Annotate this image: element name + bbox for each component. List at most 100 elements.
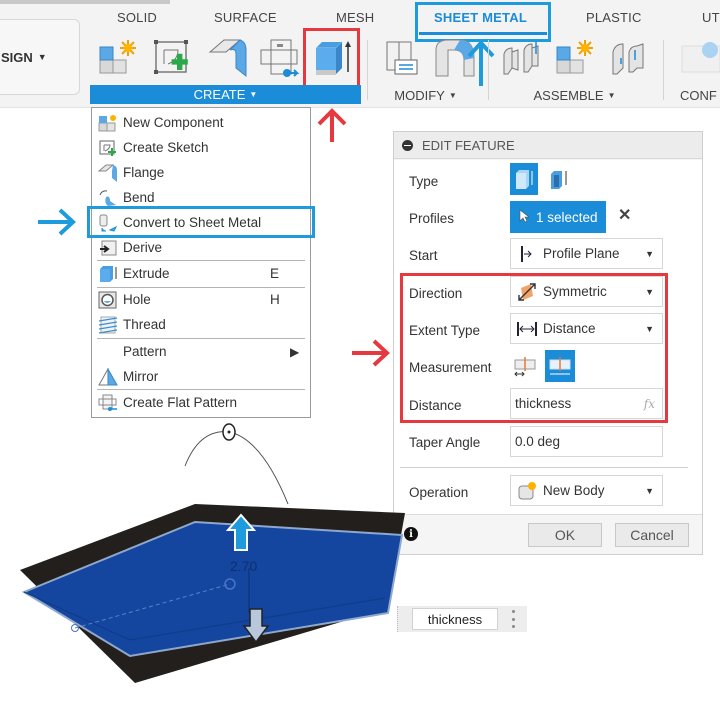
thickness-input[interactable]: thickness xyxy=(412,608,498,630)
menu-item-create-flat-pattern[interactable]: Create Flat Pattern xyxy=(92,390,310,415)
flange-tool[interactable] xyxy=(206,38,248,78)
arrow-right-icon xyxy=(352,339,390,367)
thread-icon xyxy=(97,315,119,335)
extrude-solid-icon xyxy=(516,170,533,189)
menu-item-new-component[interactable]: New Component xyxy=(92,110,310,135)
rotation-arc xyxy=(184,431,289,505)
menu-item-hole[interactable]: Hole H xyxy=(92,287,310,312)
tab-solid[interactable]: SOLID xyxy=(117,10,157,25)
tab-surface[interactable]: SURFACE xyxy=(214,10,277,25)
panel-pointer-arrow xyxy=(350,338,390,371)
arrow-up-icon xyxy=(317,108,347,142)
dimension-text: 2.70 xyxy=(230,558,257,574)
menu-item-create-sketch[interactable]: Create Sketch xyxy=(92,135,310,160)
arrow-right-icon xyxy=(38,208,76,236)
start-dropdown[interactable]: Profile Plane ▼ xyxy=(510,238,663,269)
bend-icon xyxy=(97,188,119,208)
menu-item-extrude[interactable]: Extrude E xyxy=(92,261,310,286)
taper-angle-input[interactable]: 0.0 deg xyxy=(510,426,663,457)
modify-menu-button[interactable]: MODIFY ▼ xyxy=(388,85,463,105)
tab-mesh[interactable]: MESH xyxy=(336,10,374,25)
group-separator xyxy=(663,40,664,100)
as-built-joint-icon xyxy=(612,43,644,75)
as-built-joint-tool[interactable] xyxy=(609,38,651,78)
profiles-label: Profiles xyxy=(409,211,455,226)
type-label: Type xyxy=(409,174,439,189)
configure-label: CONF xyxy=(680,87,717,103)
distance-heads-up-input: thickness xyxy=(397,606,527,632)
joint-tool[interactable] xyxy=(502,38,544,78)
extrude-tool-highlight xyxy=(303,28,360,88)
convert-to-sheet-metal-highlight xyxy=(87,206,315,238)
title-strip xyxy=(0,0,170,4)
toolbar: SIGN ▼ SOLID SURFACE MESH SHEET METAL PL… xyxy=(0,0,720,108)
cancel-button[interactable]: Cancel xyxy=(615,523,689,547)
new-component-icon xyxy=(97,113,119,133)
create-sketch-tool[interactable] xyxy=(152,38,194,78)
shortcut-key: H xyxy=(270,292,280,307)
menu-item-derive[interactable]: Derive xyxy=(92,235,310,260)
profiles-value: 1 selected xyxy=(536,209,598,225)
flange-icon xyxy=(208,39,247,78)
convert-pointer-arrow xyxy=(36,207,76,240)
workspace-switcher-button[interactable]: SIGN ▼ xyxy=(0,19,80,95)
caret-down-icon: ▼ xyxy=(607,90,616,100)
ok-button[interactable]: OK xyxy=(528,523,602,547)
flange-icon xyxy=(97,163,119,183)
caret-down-icon: ▼ xyxy=(37,52,47,62)
group-separator xyxy=(367,40,368,100)
panel-title: EDIT FEATURE xyxy=(422,137,515,153)
derive-tool[interactable] xyxy=(381,38,423,78)
tab-plastic[interactable]: PLASTIC xyxy=(586,10,642,25)
submenu-arrow-icon: ▶ xyxy=(290,344,300,359)
menu-item-thread[interactable]: Thread xyxy=(92,312,310,337)
caret-down-icon: ▼ xyxy=(645,485,654,496)
new-component-tool[interactable] xyxy=(98,38,140,78)
3d-viewport[interactable]: 2.70 xyxy=(0,418,420,715)
hole-icon xyxy=(97,290,119,310)
menu-item-mirror[interactable]: Mirror xyxy=(92,364,310,389)
cursor-pointer-icon xyxy=(519,208,530,226)
create-flat-pattern-tool[interactable] xyxy=(259,38,301,78)
derive-icon xyxy=(386,41,418,75)
tab-utilities[interactable]: UT xyxy=(702,10,720,25)
menu-item-pattern[interactable]: Pattern ▶ xyxy=(92,339,310,364)
sheet-metal-tab-pointer-arrow xyxy=(466,38,496,86)
configure-tool[interactable] xyxy=(680,38,720,78)
sheet-metal-body: 2.70 xyxy=(20,423,405,683)
create-menu-button[interactable]: CREATE ▼ xyxy=(90,85,361,104)
new-component-icon xyxy=(556,40,593,74)
mirror-icon xyxy=(97,367,119,387)
configure-icon xyxy=(681,42,720,73)
configure-menu-button[interactable]: CONF xyxy=(680,85,720,105)
type-thin-button[interactable] xyxy=(544,163,572,195)
group-separator xyxy=(488,40,489,100)
create-label: CREATE xyxy=(193,87,246,102)
type-solid-button[interactable] xyxy=(510,163,538,195)
assemble-menu-button[interactable]: ASSEMBLE ▼ xyxy=(527,85,622,105)
caret-down-icon: ▼ xyxy=(249,90,258,99)
create-sketch-icon xyxy=(97,138,119,158)
caret-down-icon: ▼ xyxy=(645,248,654,259)
extrude-pointer-arrow xyxy=(315,108,349,147)
menu-item-flange[interactable]: Flange xyxy=(92,160,310,185)
modify-label: MODIFY xyxy=(394,87,445,103)
more-options-icon[interactable] xyxy=(510,610,516,628)
assemble-new-component-tool[interactable] xyxy=(555,38,597,78)
direction-distance-highlight xyxy=(400,273,668,423)
clear-selection-icon[interactable]: ✕ xyxy=(618,205,631,225)
collapse-icon[interactable] xyxy=(402,139,413,151)
rotation-handle-dot xyxy=(227,430,231,434)
create-sketch-icon xyxy=(154,40,188,74)
panel-footer: i OK Cancel xyxy=(394,516,702,554)
flat-pattern-icon xyxy=(97,393,119,413)
operation-dropdown[interactable]: New Body ▼ xyxy=(510,475,663,506)
new-component-icon xyxy=(99,40,136,74)
section-divider xyxy=(400,467,688,468)
caret-down-icon: ▼ xyxy=(448,90,457,100)
profiles-selection-button[interactable]: 1 selected xyxy=(510,201,606,233)
derive-icon xyxy=(97,238,119,258)
joint-icon xyxy=(503,42,539,75)
workspace-label: SIGN xyxy=(1,49,33,65)
create-dropdown-menu: New Component Create Sketch Flange Bend … xyxy=(91,107,311,418)
